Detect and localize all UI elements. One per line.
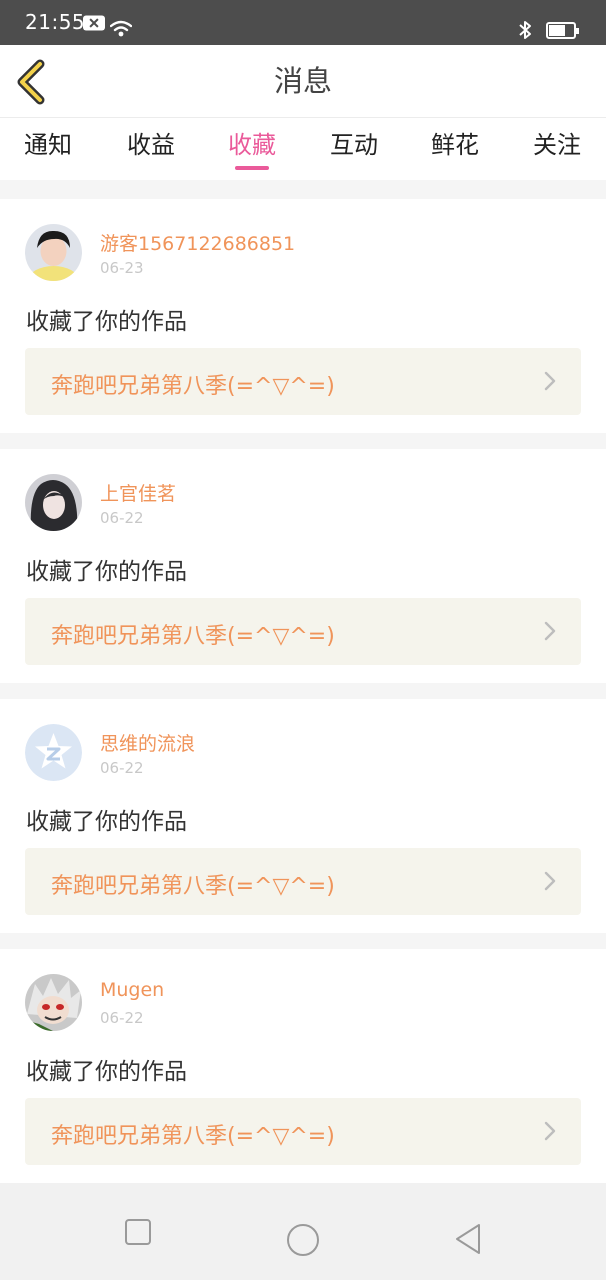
back-nav-icon[interactable]: [428, 1183, 508, 1280]
bluetooth-icon: [519, 21, 531, 39]
username[interactable]: Mugen: [100, 979, 164, 1001]
list-item: 思维的流浪 06-22 收藏了你的作品 奔跑吧兄弟第八季(=^▽^=): [0, 699, 606, 933]
work-link[interactable]: 奔跑吧兄弟第八季(=^▽^=): [25, 1098, 581, 1165]
username[interactable]: 思维的流浪: [100, 729, 195, 756]
action-text: 收藏了你的作品: [26, 559, 187, 585]
tab-favorites[interactable]: 收藏: [207, 118, 297, 180]
tab-bar: 通知 收益 收藏 互动 鲜花 关注: [0, 118, 606, 180]
username[interactable]: 上官佳茗: [100, 479, 176, 506]
action-text: 收藏了你的作品: [26, 1059, 187, 1085]
work-link[interactable]: 奔跑吧兄弟第八季(=^▽^=): [25, 848, 581, 915]
recent-apps-icon[interactable]: [98, 1183, 178, 1280]
tab-favorites-label: 收藏: [228, 131, 276, 159]
battery-icon: [546, 22, 579, 39]
chevron-right-icon: [544, 871, 556, 891]
list-item: Mugen 06-22 收藏了你的作品 奔跑吧兄弟第八季(=^▽^=): [0, 949, 606, 1183]
work-title: 奔跑吧兄弟第八季(=^▽^=): [51, 624, 335, 649]
wifi-icon: [110, 20, 132, 37]
list-item: 上官佳茗 06-22 收藏了你的作品 奔跑吧兄弟第八季(=^▽^=): [0, 449, 606, 683]
avatar[interactable]: [25, 474, 82, 531]
tab-earnings[interactable]: 收益: [106, 118, 196, 180]
back-arrow-icon[interactable]: [14, 59, 48, 105]
tab-notifications[interactable]: 通知: [3, 118, 93, 180]
chevron-right-icon: [544, 371, 556, 391]
system-nav-bar: [0, 1183, 606, 1280]
tab-flowers[interactable]: 鲜花: [410, 118, 500, 180]
date: 06-22: [100, 759, 144, 777]
action-text: 收藏了你的作品: [26, 309, 187, 335]
page-title: 消息: [273, 64, 332, 98]
date: 06-22: [100, 509, 144, 527]
status-time: 21:55: [25, 10, 86, 34]
chevron-right-icon: [544, 1121, 556, 1141]
app-header: 消息: [0, 45, 606, 118]
username[interactable]: 游客1567122686851: [100, 229, 295, 256]
status-bar: 21:55: [0, 0, 606, 45]
list-item: 游客1567122686851 06-23 收藏了你的作品 奔跑吧兄弟第八季(=…: [0, 199, 606, 433]
tab-following[interactable]: 关注: [512, 118, 602, 180]
work-title: 奔跑吧兄弟第八季(=^▽^=): [51, 374, 335, 399]
work-link[interactable]: 奔跑吧兄弟第八季(=^▽^=): [25, 598, 581, 665]
date: 06-23: [100, 259, 144, 277]
chevron-right-icon: [544, 621, 556, 641]
notification-icon: [83, 15, 105, 31]
tab-interactions[interactable]: 互动: [309, 118, 399, 180]
home-icon[interactable]: [263, 1183, 343, 1280]
date: 06-22: [100, 1009, 144, 1027]
avatar[interactable]: [25, 724, 82, 781]
work-link[interactable]: 奔跑吧兄弟第八季(=^▽^=): [25, 348, 581, 415]
avatar[interactable]: [25, 224, 82, 281]
action-text: 收藏了你的作品: [26, 809, 187, 835]
tab-active-indicator: [235, 166, 269, 170]
work-title: 奔跑吧兄弟第八季(=^▽^=): [51, 874, 335, 899]
work-title: 奔跑吧兄弟第八季(=^▽^=): [51, 1124, 335, 1149]
avatar[interactable]: [25, 974, 82, 1031]
